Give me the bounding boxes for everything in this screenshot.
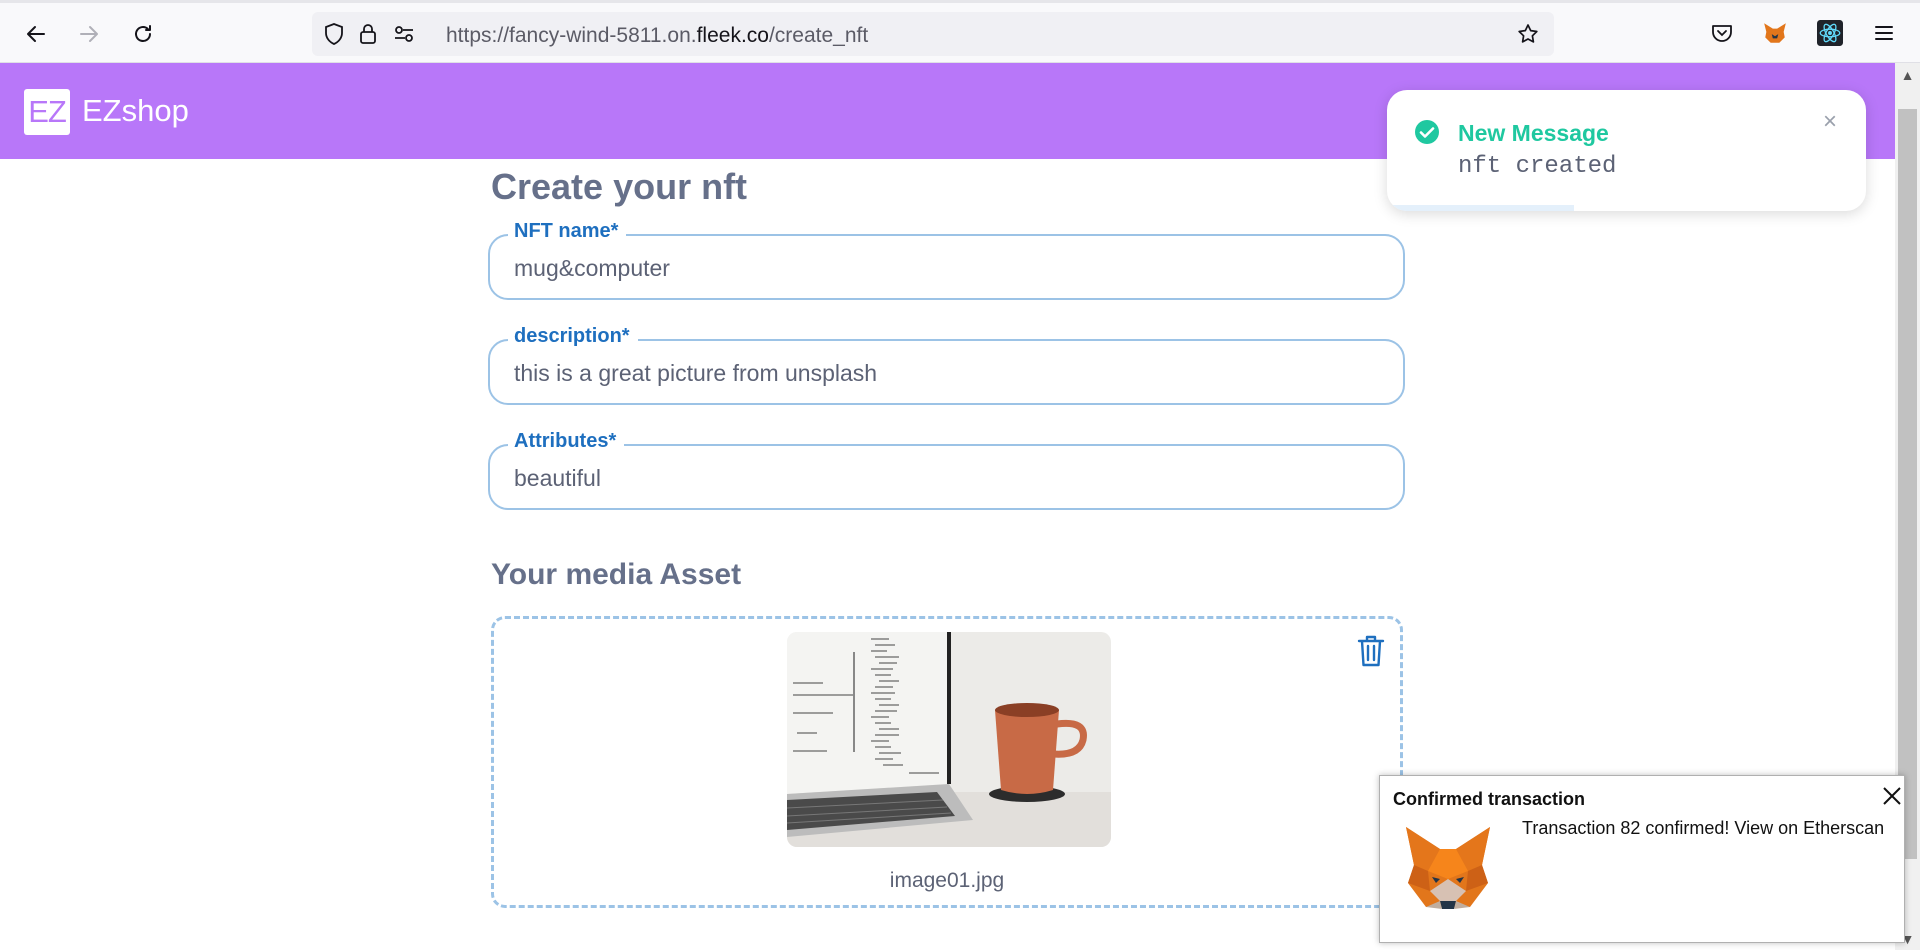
- shield-icon[interactable]: [322, 22, 346, 46]
- logo-text: EZ: [28, 94, 67, 129]
- scroll-up-arrow-icon[interactable]: ▲: [1895, 65, 1920, 85]
- reload-icon: [135, 25, 151, 42]
- brand-name[interactable]: EZshop: [82, 93, 189, 129]
- metamask-notification[interactable]: Confirmed transaction Transaction 82 con…: [1379, 775, 1905, 943]
- description-field[interactable]: description*: [488, 325, 1405, 405]
- arrow-left-icon: [27, 26, 45, 42]
- attributes-input[interactable]: [514, 462, 1374, 494]
- tab-strip: [0, 0, 1920, 3]
- trash-icon[interactable]: [1356, 634, 1386, 668]
- permissions-icon[interactable]: [392, 22, 416, 46]
- url-text[interactable]: https://fancy-wind-5811.on.fleek.co/crea…: [446, 24, 868, 48]
- metamask-extension-button[interactable]: [1761, 19, 1789, 47]
- notification-body[interactable]: Transaction 82 confirmed! View on Ethers…: [1522, 818, 1884, 839]
- toast-title: New Message: [1458, 120, 1609, 146]
- hamburger-menu-icon: [1875, 26, 1893, 40]
- description-input[interactable]: [514, 357, 1374, 389]
- logo[interactable]: EZ: [24, 89, 70, 135]
- close-icon[interactable]: [1880, 784, 1904, 808]
- toast-message: nft created: [1458, 153, 1617, 180]
- attributes-field[interactable]: Attributes*: [488, 430, 1405, 510]
- toast-notification: New Message nft created ×: [1387, 90, 1866, 211]
- description-label: description*: [508, 325, 638, 348]
- check-circle-icon: [1415, 120, 1439, 144]
- bookmark-star-icon[interactable]: [1516, 22, 1540, 46]
- media-filename: image01.jpg: [889, 869, 1005, 892]
- pocket-icon: [1712, 25, 1732, 42]
- nft-name-field[interactable]: NFT name*: [488, 220, 1405, 300]
- attributes-label: Attributes*: [508, 430, 625, 453]
- media-preview-image: [787, 632, 1111, 847]
- media-dropzone[interactable]: image01.jpg: [491, 616, 1403, 908]
- back-button[interactable]: [18, 16, 54, 52]
- nft-name-input[interactable]: [514, 252, 1374, 284]
- close-icon[interactable]: ×: [1823, 110, 1837, 134]
- arrow-right-icon: [80, 26, 98, 42]
- notification-title: Confirmed transaction: [1393, 789, 1586, 809]
- forward-button[interactable]: [71, 16, 107, 52]
- react-devtools-button[interactable]: [1816, 19, 1844, 47]
- react-icon: [1817, 20, 1843, 46]
- scrollbar-thumb[interactable]: [1898, 109, 1917, 859]
- metamask-fox-icon: [1406, 827, 1490, 909]
- address-bar[interactable]: https://fancy-wind-5811.on.fleek.co/crea…: [312, 12, 1554, 56]
- nft-name-label: NFT name*: [508, 220, 627, 243]
- metamask-fox-icon: [1764, 23, 1786, 43]
- reload-button[interactable]: [125, 16, 161, 52]
- toast-progress-bar: [1387, 205, 1574, 211]
- pocket-button[interactable]: [1708, 19, 1736, 47]
- page-title: Create your nft: [491, 166, 748, 207]
- menu-button[interactable]: [1870, 19, 1898, 47]
- lock-icon[interactable]: [356, 22, 380, 46]
- browser-toolbar: https://fancy-wind-5811.on.fleek.co/crea…: [0, 0, 1920, 63]
- media-asset-title: Your media Asset: [491, 558, 742, 591]
